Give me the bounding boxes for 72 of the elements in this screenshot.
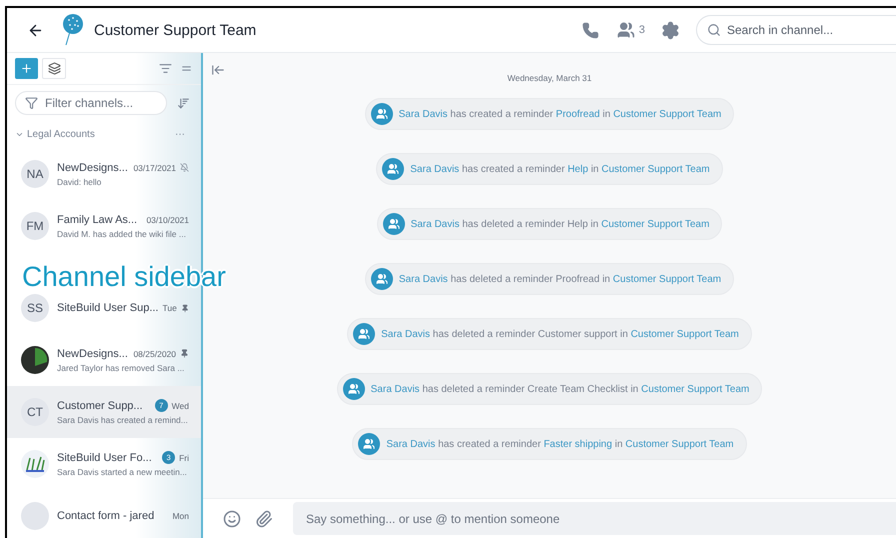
- event-text: Sara Davis has created a reminder Proofread in Customer Support Team: [398, 108, 722, 120]
- dandelion-logo-icon: [60, 14, 84, 46]
- group-icon: [342, 378, 365, 400]
- channel-item[interactable]: NA NewDesigns... 03/17/2021 David: hello: [7, 148, 201, 200]
- avatar: [21, 502, 49, 530]
- avatar: SS: [21, 294, 49, 322]
- add-button[interactable]: [15, 58, 38, 79]
- phone-button[interactable]: [582, 22, 599, 38]
- layers-icon: [48, 62, 60, 75]
- event-text: Sara Davis has created a reminder Help in Customer Support Team: [410, 164, 710, 174]
- date-separator: Wednesday, March 31: [507, 73, 592, 83]
- event-link[interactable]: Faster shipping: [544, 438, 612, 450]
- event-link[interactable]: Sara Davis: [410, 218, 460, 230]
- group-icon: [358, 433, 380, 455]
- layers-button[interactable]: [42, 58, 66, 79]
- sort-icon: [177, 96, 190, 110]
- event-link[interactable]: Sara Davis: [398, 274, 448, 284]
- settings-icon: [661, 20, 680, 40]
- phone-icon: [582, 22, 599, 38]
- plus-icon: [20, 62, 33, 75]
- search-icon: [707, 23, 721, 37]
- group-header[interactable]: Legal Accounts ···: [7, 121, 201, 148]
- event-link[interactable]: Customer Support Team: [612, 274, 722, 284]
- event-link[interactable]: Customer Support Team: [630, 328, 739, 340]
- search-field[interactable]: Search in channel...: [696, 15, 896, 45]
- group-icon: [370, 103, 393, 125]
- event-link[interactable]: Customer Support Team: [601, 218, 710, 230]
- event-link[interactable]: Sara Davis: [410, 164, 460, 174]
- event-link[interactable]: Help: [568, 164, 588, 174]
- event-text: Sara Davis has deleted a reminder Customer support in Customer Support Team: [381, 328, 739, 340]
- collapse-all-button[interactable]: [159, 62, 172, 75]
- channel-item[interactable]: Contact form - jared Mon: [7, 490, 201, 538]
- group-icon: [353, 323, 376, 345]
- event-text: Sara Davis has created a reminder Faster shipping in Customer Support Team: [386, 438, 734, 450]
- attachment-button[interactable]: [255, 510, 273, 528]
- event-link[interactable]: Proofread: [556, 108, 600, 120]
- event-link[interactable]: Sara Davis: [370, 384, 420, 394]
- event-link[interactable]: Sara Davis: [381, 328, 430, 340]
- avatar: NA: [21, 160, 49, 188]
- settings-button[interactable]: [661, 20, 680, 40]
- event-link[interactable]: Customer Support Team: [602, 164, 710, 174]
- channel-title: Customer Support Team: [94, 22, 256, 38]
- people-icon: [616, 21, 635, 39]
- chevron-icon: [15, 130, 24, 139]
- event-text: Sara Davis has deleted a reminder Create Team Checklist in Customer Support Team: [370, 384, 750, 394]
- photo-avatar: [21, 346, 49, 374]
- message-field[interactable]: Say something... or use @ to mention someone: [293, 502, 896, 535]
- filter-field[interactable]: Filter channels...: [15, 91, 167, 115]
- sketch-avatar: [21, 450, 49, 478]
- sort-button[interactable]: [177, 96, 190, 110]
- collapse-sidebar-button[interactable]: [211, 63, 225, 77]
- avatar: FM: [21, 212, 49, 240]
- event-link[interactable]: Sara Davis: [386, 438, 436, 450]
- emoji-button[interactable]: [223, 510, 241, 528]
- members-button[interactable]: 3: [616, 21, 645, 39]
- event-text: Sara Davis has deleted a reminder Proofread in Customer Support Team: [398, 274, 722, 284]
- channel-item[interactable]: FM Family Law As... 03/10/2021 David M. has added the wiki file ...: [7, 200, 201, 252]
- event-link[interactable]: Customer Support Team: [613, 108, 722, 120]
- event-link[interactable]: Customer Support Team: [641, 384, 750, 394]
- group-icon: [382, 158, 404, 180]
- group-icon: [370, 268, 393, 290]
- event-link[interactable]: Sara Davis: [398, 108, 448, 120]
- filter-icon: [25, 96, 38, 110]
- channel-item[interactable]: NewDesigns... 08/25/2020 Jared Taylor has removed Sara ...: [7, 334, 201, 386]
- avatar: CT: [21, 398, 49, 426]
- paperclip-icon: [255, 510, 273, 528]
- arrow-to-line-icon: [211, 63, 225, 77]
- list-icon: [159, 62, 172, 75]
- event-link[interactable]: Customer Support Team: [625, 438, 734, 450]
- group-icon: [382, 213, 405, 235]
- event-text: Sara Davis has deleted a reminder Help in Customer Support Team: [410, 218, 710, 230]
- smiley-icon: [223, 510, 241, 528]
